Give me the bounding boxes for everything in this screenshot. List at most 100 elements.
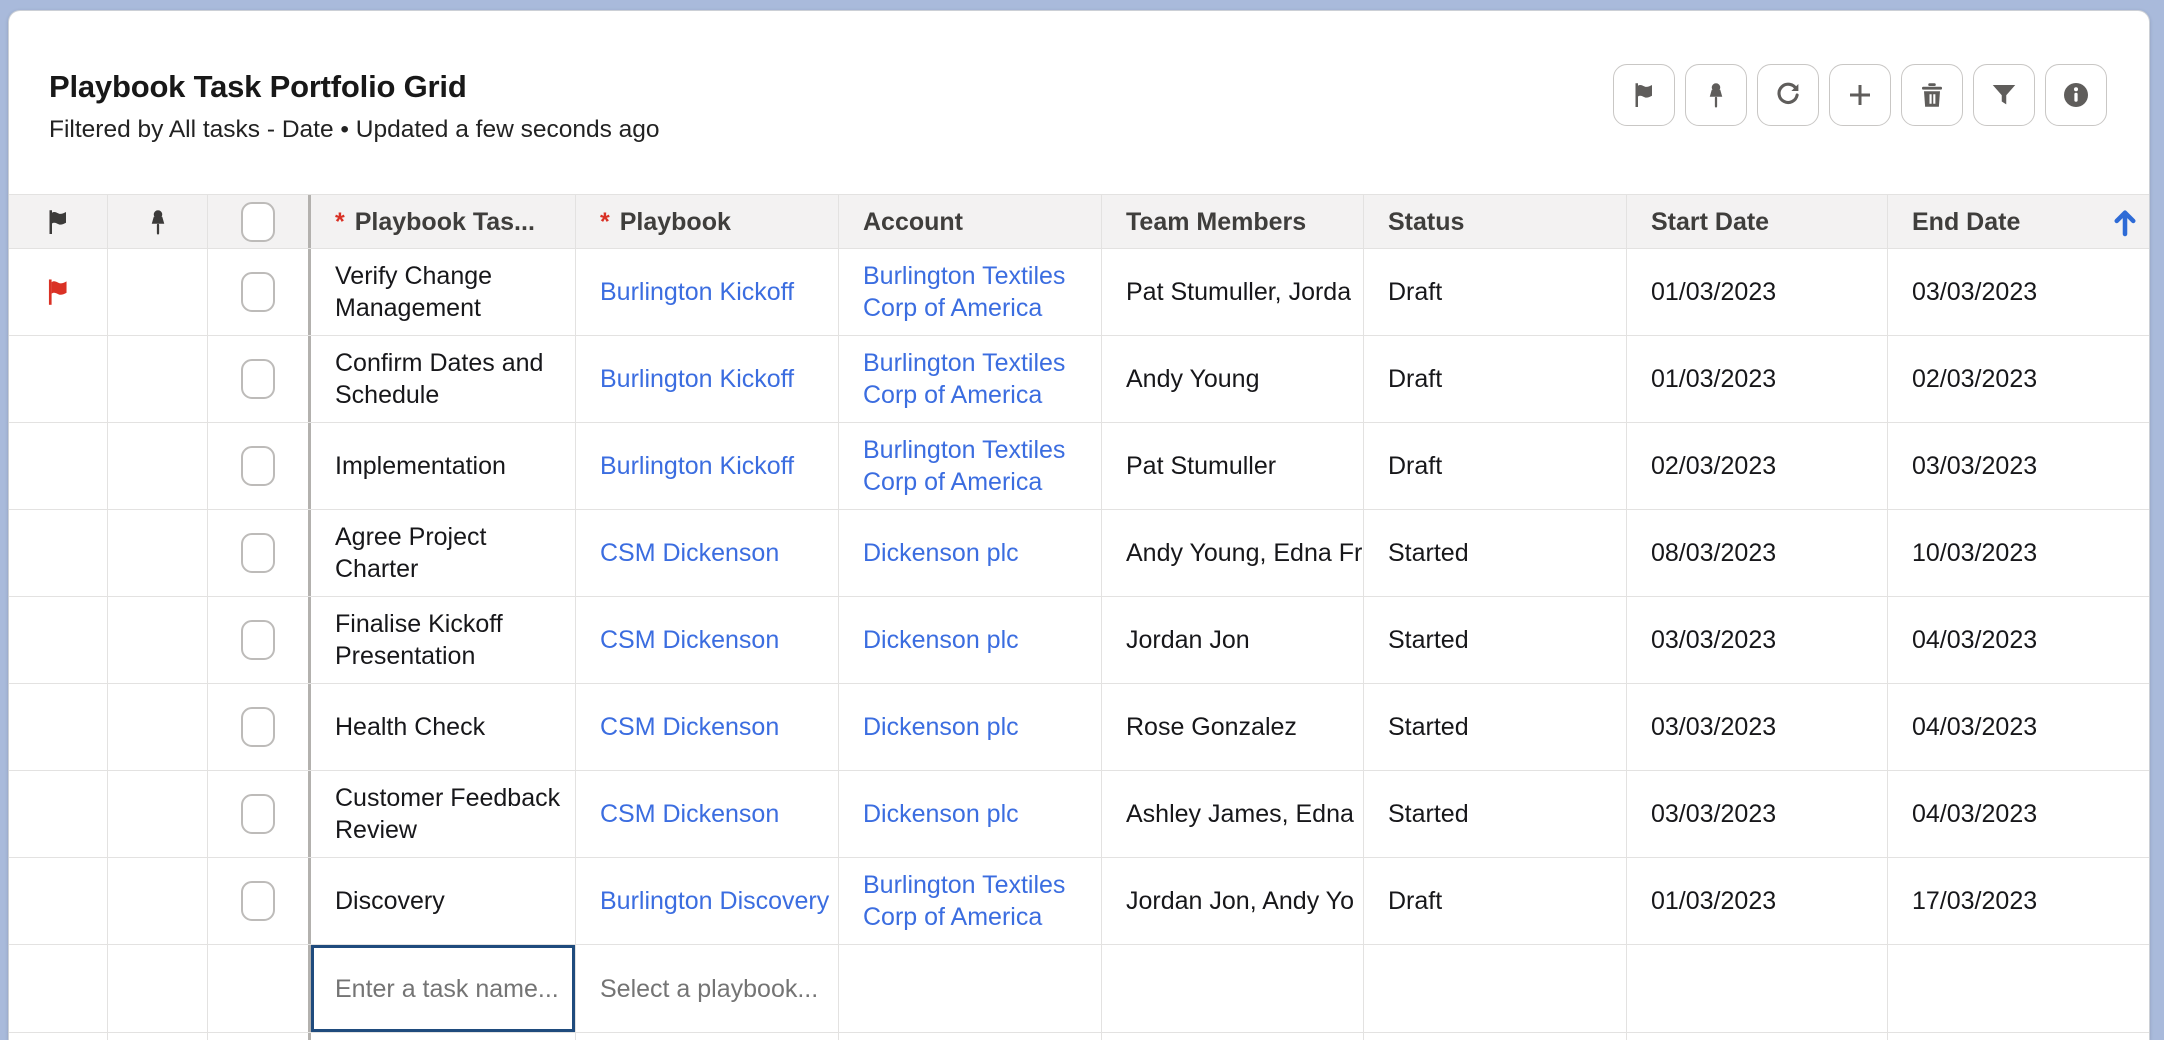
status-cell[interactable]: Draft (1364, 336, 1627, 422)
end-date-cell[interactable]: 04/03/2023 (1888, 597, 2150, 683)
task-cell[interactable]: Finalise Kickoff Presentation (311, 597, 576, 683)
flag-cell[interactable] (9, 510, 108, 596)
checkbox-cell[interactable] (208, 336, 311, 422)
pin-cell[interactable] (108, 336, 208, 422)
checkbox-cell[interactable] (208, 771, 311, 857)
info-button[interactable] (2045, 64, 2107, 126)
task-cell[interactable]: Confirm Dates and Schedule (311, 336, 576, 422)
account-cell[interactable]: Dickenson plc (839, 510, 1102, 596)
playbook-cell[interactable]: Burlington Kickoff (576, 423, 839, 509)
playbook-cell[interactable]: CSM Dickenson (576, 510, 839, 596)
task-cell[interactable]: Health Check (311, 684, 576, 770)
flag-cell[interactable] (9, 336, 108, 422)
team-members-cell[interactable]: Ashley James, Edna (1102, 771, 1364, 857)
select-all-header[interactable] (208, 195, 311, 248)
pin-cell[interactable] (108, 423, 208, 509)
pin-cell[interactable] (108, 510, 208, 596)
team-members-cell[interactable]: Jordan Jon (1102, 597, 1364, 683)
checkbox-cell[interactable] (208, 510, 311, 596)
checkbox-cell[interactable] (208, 684, 311, 770)
start-date-cell[interactable]: 03/03/2023 (1627, 597, 1888, 683)
team-members-cell[interactable]: Rose Gonzalez (1102, 684, 1364, 770)
status-cell[interactable]: Started (1364, 510, 1627, 596)
team-members-cell[interactable]: Pat Stumuller, Jorda (1102, 249, 1364, 335)
account-cell[interactable]: Dickenson plc (839, 771, 1102, 857)
column-header-account[interactable]: Account (839, 195, 1102, 248)
row-checkbox[interactable] (241, 359, 275, 399)
flag-cell[interactable] (9, 771, 108, 857)
account-cell[interactable]: Dickenson plc (839, 597, 1102, 683)
column-header-team-members[interactable]: Team Members (1102, 195, 1364, 248)
end-date-cell[interactable]: 03/03/2023 (1888, 423, 2150, 509)
task-cell[interactable]: Verify Change Management (311, 249, 576, 335)
row-checkbox[interactable] (241, 446, 275, 486)
team-members-cell[interactable] (1102, 945, 1364, 1032)
account-cell[interactable]: Dickenson plc (839, 684, 1102, 770)
checkbox-cell[interactable] (208, 423, 311, 509)
account-cell[interactable]: Burlington Textiles Corp of America (839, 336, 1102, 422)
end-date-cell[interactable]: 04/03/2023 (1888, 684, 2150, 770)
account-cell[interactable]: Burlington Textiles Corp of America (839, 423, 1102, 509)
add-row-button[interactable] (1829, 64, 1891, 126)
select-all-checkbox[interactable] (241, 202, 275, 242)
team-members-cell[interactable]: Pat Stumuller (1102, 423, 1364, 509)
flag-button[interactable] (1613, 64, 1675, 126)
flag-cell[interactable] (9, 858, 108, 944)
account-cell[interactable] (839, 945, 1102, 1032)
playbook-cell[interactable]: Burlington Kickoff (576, 249, 839, 335)
team-members-cell[interactable]: Andy Young, Edna Fr (1102, 510, 1364, 596)
playbook-cell[interactable]: Burlington Discovery (576, 858, 839, 944)
status-cell[interactable]: Draft (1364, 858, 1627, 944)
row-checkbox[interactable] (241, 272, 275, 312)
row-checkbox[interactable] (241, 707, 275, 747)
flag-cell[interactable] (9, 423, 108, 509)
end-date-cell[interactable]: 03/03/2023 (1888, 249, 2150, 335)
new-task-name-input[interactable]: Enter a task name... (311, 945, 576, 1032)
pin-cell[interactable] (108, 771, 208, 857)
task-cell[interactable]: Implementation (311, 423, 576, 509)
account-cell[interactable]: Burlington Textiles Corp of America (839, 249, 1102, 335)
start-date-cell[interactable]: 01/03/2023 (1627, 249, 1888, 335)
status-cell[interactable]: Draft (1364, 249, 1627, 335)
row-checkbox[interactable] (241, 794, 275, 834)
task-cell[interactable]: Customer Feedback Review (311, 771, 576, 857)
team-members-cell[interactable]: Jordan Jon, Andy Yo (1102, 858, 1364, 944)
flag-column-header[interactable] (9, 195, 108, 248)
task-cell[interactable]: Discovery (311, 858, 576, 944)
playbook-cell[interactable]: CSM Dickenson (576, 684, 839, 770)
playbook-cell[interactable]: CSM Dickenson (576, 597, 839, 683)
column-header-start-date[interactable]: Start Date (1627, 195, 1888, 248)
column-header-task[interactable]: *Playbook Tas... (311, 195, 576, 248)
end-date-cell[interactable]: 04/03/2023 (1888, 771, 2150, 857)
status-cell[interactable] (1364, 945, 1627, 1032)
status-cell[interactable]: Draft (1364, 423, 1627, 509)
filter-button[interactable] (1973, 64, 2035, 126)
end-date-cell[interactable]: 17/03/2023 (1888, 858, 2150, 944)
end-date-cell[interactable]: 02/03/2023 (1888, 336, 2150, 422)
start-date-cell[interactable]: 02/03/2023 (1627, 423, 1888, 509)
new-playbook-select[interactable]: Select a playbook... (576, 945, 839, 1032)
playbook-cell[interactable]: Burlington Kickoff (576, 336, 839, 422)
start-date-cell[interactable]: 03/03/2023 (1627, 684, 1888, 770)
status-cell[interactable]: Started (1364, 771, 1627, 857)
flag-cell[interactable] (9, 597, 108, 683)
checkbox-cell[interactable] (208, 858, 311, 944)
end-date-cell[interactable]: 10/03/2023 (1888, 510, 2150, 596)
start-date-cell[interactable]: 01/03/2023 (1627, 336, 1888, 422)
pin-button[interactable] (1685, 64, 1747, 126)
row-checkbox[interactable] (241, 620, 275, 660)
pin-cell[interactable] (108, 597, 208, 683)
column-header-playbook[interactable]: *Playbook (576, 195, 839, 248)
pin-column-header[interactable] (108, 195, 208, 248)
end-date-cell[interactable] (1888, 945, 2150, 1032)
flag-cell[interactable] (9, 249, 108, 335)
checkbox-cell[interactable] (208, 249, 311, 335)
row-checkbox[interactable] (241, 533, 275, 573)
start-date-cell[interactable]: 03/03/2023 (1627, 771, 1888, 857)
task-cell[interactable]: Agree Project Charter (311, 510, 576, 596)
pin-cell[interactable] (108, 858, 208, 944)
team-members-cell[interactable]: Andy Young (1102, 336, 1364, 422)
column-header-end-date[interactable]: End Date (1888, 195, 2150, 248)
playbook-cell[interactable]: CSM Dickenson (576, 771, 839, 857)
account-cell[interactable]: Burlington Textiles Corp of America (839, 858, 1102, 944)
